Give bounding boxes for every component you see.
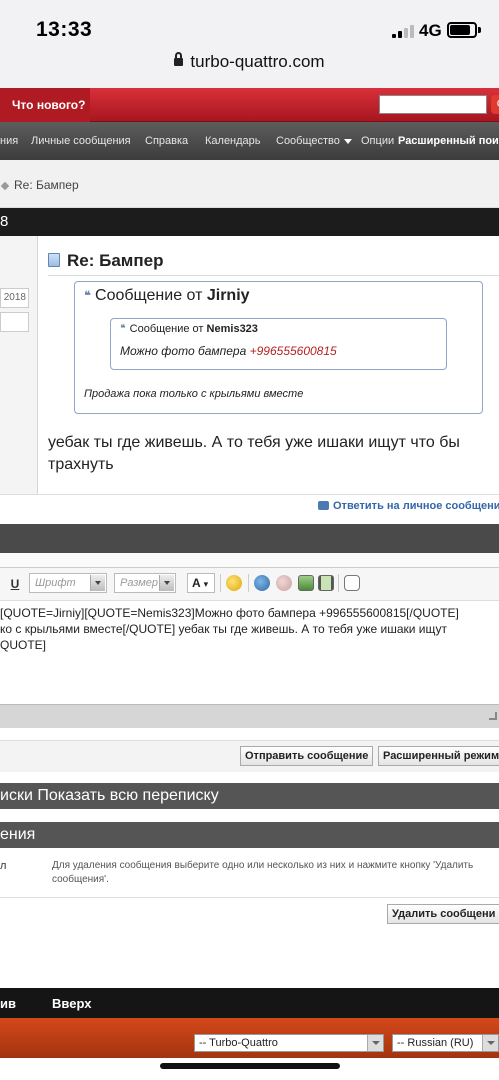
video-icon[interactable] <box>318 575 334 591</box>
quick-reply-header <box>0 524 499 553</box>
resize-grip-icon[interactable] <box>489 712 497 720</box>
font-select[interactable]: Шрифт <box>29 573 107 593</box>
chevron-down-icon <box>367 1035 383 1051</box>
show-conversation-bar[interactable]: иски Показать всю переписку <box>0 783 499 809</box>
toolbar-separator <box>338 574 339 592</box>
battery-icon <box>447 22 477 38</box>
footer-link-archive[interactable]: ив <box>0 996 16 1011</box>
user-join-date: 2018 <box>0 288 29 308</box>
chevron-down-icon <box>159 575 174 591</box>
network-type: 4G <box>419 21 442 40</box>
url-text: turbo-quattro.com <box>190 52 325 71</box>
language-select[interactable]: -- Russian (RU) <box>392 1034 499 1052</box>
unlink-icon[interactable] <box>276 575 292 591</box>
sub-navbar: ния Личные сообщения Справка Календарь С… <box>0 122 499 160</box>
subnav-item-private-messages[interactable]: Личные сообщения <box>31 122 131 160</box>
post-body: уебак ты где живешь. А то тебя уже ишаки… <box>48 434 460 473</box>
editor-resize-bar[interactable] <box>0 704 499 728</box>
inner-quote-body: Можно фото бампера <box>120 344 247 358</box>
post-user-column <box>0 236 38 494</box>
quote-icon: ❛❛ <box>120 323 125 335</box>
inner-quote-phone: +996555600815 <box>249 344 337 358</box>
chevron-down-icon <box>482 1035 498 1051</box>
subnav-item-options[interactable]: Опции <box>361 122 394 160</box>
inner-quote-author[interactable]: Nemis323 <box>207 323 258 335</box>
outer-quote-text: Продажа пока только с крыльями вместе <box>84 388 304 400</box>
lock-icon <box>174 52 184 66</box>
breadcrumb-text: Re: Бампер <box>14 178 79 192</box>
delete-section-label: л <box>0 860 7 872</box>
post-header-bar <box>0 208 499 236</box>
font-select-label: Шрифт <box>35 577 76 589</box>
language-select-value: -- Russian (RU) <box>397 1037 474 1049</box>
toolbar-separator <box>248 574 249 592</box>
search-input[interactable] <box>379 95 487 114</box>
image-icon[interactable] <box>298 575 314 591</box>
advanced-search-link[interactable]: Расширенный пои <box>398 122 499 160</box>
send-message-button[interactable]: Отправить сообщение <box>240 746 374 766</box>
delete-hint: Для удаления сообщения выберите одно или… <box>52 860 474 885</box>
subnav-item-forums[interactable]: ния <box>0 122 18 160</box>
toolbar-separator <box>220 574 221 592</box>
community-label: Сообщество <box>276 135 340 147</box>
footer-link-top[interactable]: Вверх <box>52 996 91 1011</box>
reply-private-label: Ответить на личное сообщени <box>333 500 499 512</box>
post-title: Re: Бампер <box>48 251 163 271</box>
subnav-item-help[interactable]: Справка <box>145 122 188 160</box>
breadcrumb[interactable]: Re: Бампер <box>0 178 79 192</box>
chat-icon <box>318 501 329 510</box>
post-number[interactable]: 8 <box>0 208 8 236</box>
text-color-button[interactable]: A ▾ <box>187 573 215 593</box>
subnav-item-calendar[interactable]: Календарь <box>205 122 261 160</box>
text-color-label: A <box>192 576 201 590</box>
status-bar <box>0 0 499 88</box>
reply-private-link[interactable]: Ответить на личное сообщени <box>318 500 499 512</box>
quote-icon: ❛❛ <box>84 288 91 303</box>
message-line: ко с крыльями вместе[/QUOTE] уебак ты гд… <box>0 622 447 636</box>
inner-quote-text: Можно фото бампера +996555600815 <box>120 344 337 358</box>
delete-section-header: ения <box>0 822 499 848</box>
smiley-icon[interactable] <box>226 575 242 591</box>
caret-down-icon: ▾ <box>203 579 209 589</box>
signal-icon <box>392 24 414 38</box>
outer-quote-prefix: Сообщение от <box>95 287 203 304</box>
search-go-button[interactable]: G <box>491 95 499 114</box>
status-time: 13:33 <box>36 18 93 41</box>
advanced-mode-button[interactable]: Расширенный режим <box>378 746 499 766</box>
outer-quote-author[interactable]: Jirniy <box>207 287 250 304</box>
chevron-down-icon <box>343 138 352 144</box>
chevron-down-icon <box>90 575 105 591</box>
link-icon[interactable] <box>254 575 270 591</box>
outer-quote-header: ❛❛ Сообщение от Jirniy <box>84 287 250 305</box>
breadcrumb-arrow-icon <box>0 181 10 191</box>
size-select[interactable]: Размер <box>114 573 176 593</box>
underline-button[interactable]: U <box>6 575 24 593</box>
inner-quote-header: ❛❛ Сообщение от Nemis323 <box>120 322 258 335</box>
address-bar[interactable]: turbo-quattro.com <box>0 52 499 72</box>
inner-quote-prefix: Сообщение от <box>129 323 204 335</box>
editor-spacer <box>0 553 499 567</box>
post-title-text: Re: Бампер <box>67 251 164 270</box>
quote-button-icon[interactable] <box>344 575 360 591</box>
battery-tip-icon <box>478 27 481 33</box>
user-info-box <box>0 312 29 332</box>
home-indicator[interactable] <box>160 1063 340 1069</box>
document-icon <box>48 253 60 267</box>
style-select[interactable]: -- Turbo-Quattro <box>194 1034 384 1052</box>
subnav-item-community[interactable]: Сообщество <box>276 122 352 160</box>
message-line: [QUOTE=Jirniy][QUOTE=Nemis323]Можно фото… <box>0 606 459 620</box>
message-line: QUOTE] <box>0 638 47 652</box>
message-text: [QUOTE=Jirniy][QUOTE=Nemis323]Можно фото… <box>0 605 499 653</box>
whats-new-tab[interactable]: Что нового? <box>0 88 90 122</box>
size-select-label: Размер <box>120 577 158 589</box>
style-select-value: -- Turbo-Quattro <box>199 1037 278 1049</box>
delete-messages-button[interactable]: Удалить сообщени <box>387 904 499 924</box>
title-divider <box>48 275 499 276</box>
